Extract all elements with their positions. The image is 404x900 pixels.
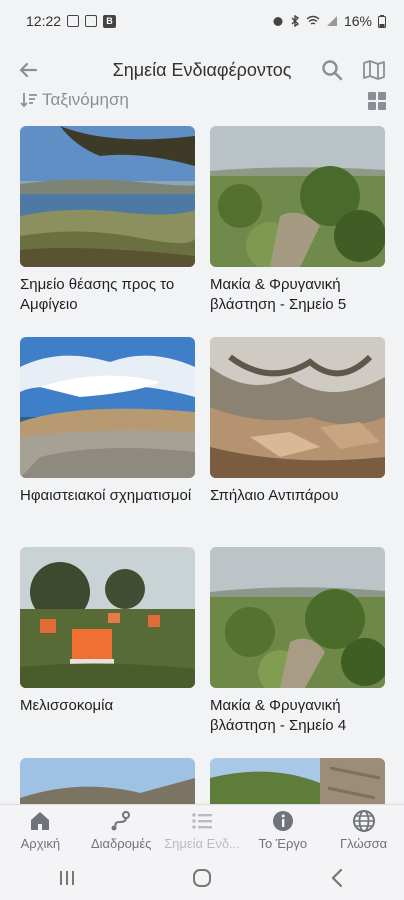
status-right: 16% [272, 13, 386, 29]
poi-card[interactable]: Σπήλαιο Αντιπάρου [210, 337, 385, 506]
poi-image-hill-rock [210, 758, 385, 804]
globe-icon [352, 810, 375, 832]
poi-image-beehives [20, 547, 195, 688]
poi-card[interactable]: Σημείο θέασης προς το Αμφίγειο [20, 126, 195, 315]
status-bar: 12:22 B 16% [0, 0, 404, 42]
status-time: 12:22 [26, 13, 62, 29]
bluetooth-icon [291, 15, 300, 27]
nav-points-of-interest[interactable]: Σημεία Ενδ... [162, 805, 243, 857]
grid-view-icon [368, 92, 376, 100]
poi-card[interactable]: Μακία & Φρυγανική βλάστηση - Σημείο 5 [210, 126, 385, 315]
status-left: 12:22 B [26, 13, 117, 29]
gallery-notification-icon [67, 15, 80, 27]
poi-card[interactable] [20, 758, 195, 804]
poi-image-shrubland [210, 126, 385, 267]
grid-view-button[interactable] [368, 92, 386, 110]
battery-percent: 16% [343, 13, 372, 29]
bottom-navigation: Αρχική Διαδρομές Σημεία Ενδ... Το Έργο Γ… [0, 804, 404, 857]
poi-title: Σπήλαιο Αντιπάρου [210, 487, 339, 504]
poi-title: Μακία & Φρυγανική βλάστηση - Σημείο 4 [210, 697, 347, 734]
calendar-notification-icon [85, 15, 98, 27]
poi-card[interactable]: Μακία & Φρυγανική βλάστηση - Σημείο 4 [210, 547, 385, 736]
nav-label: Αρχική [20, 836, 61, 851]
routes-icon [111, 811, 131, 831]
poi-card[interactable] [210, 758, 385, 804]
alarm-icon [273, 17, 283, 26]
sort-row: Ταξινόμηση [0, 84, 404, 116]
search-button[interactable] [320, 58, 344, 82]
recents-button[interactable] [47, 864, 87, 892]
back-arrow-icon [19, 62, 38, 78]
poi-title: Μακία & Φρυγανική βλάστηση - Σημείο 5 [210, 276, 347, 313]
poi-card[interactable]: Μελισσοκομία [20, 547, 195, 716]
poi-image-coastal-view [20, 126, 195, 267]
poi-title: Ηφαιστειακοί σχηματισμοί [20, 487, 192, 504]
b-notification-icon: B [103, 14, 117, 28]
home-icon [31, 812, 50, 830]
search-icon [322, 60, 343, 81]
battery-icon [378, 14, 386, 28]
wifi-icon [306, 15, 320, 25]
signal-icon [326, 16, 337, 26]
nav-routes[interactable]: Διαδρομές [81, 805, 162, 857]
poi-image-shrubland [210, 547, 385, 688]
poi-card[interactable]: Ηφαιστειακοί σχηματισμοί [20, 337, 195, 506]
poi-image-volcanic-coast [20, 337, 195, 478]
nav-label: Σημεία Ενδ... [164, 836, 240, 851]
back-system-icon [331, 868, 342, 888]
sort-icon [20, 93, 37, 108]
poi-image-hill [20, 758, 195, 804]
nav-label: Γλώσσα [339, 836, 388, 851]
sort-label: Ταξινόμηση [42, 90, 129, 109]
system-navigation [0, 856, 404, 900]
poi-title: Μελισσοκομία [20, 697, 114, 714]
poi-title: Σημείο θέασης προς το Αμφίγειο [20, 276, 175, 313]
poi-image-cave [210, 337, 385, 478]
screen: 12:22 B 16% Σημεία Ενδιαφέροντος Ταξινόμ… [0, 0, 404, 900]
back-button[interactable] [16, 58, 40, 82]
nav-home[interactable]: Αρχική [0, 805, 81, 857]
sort-button[interactable]: Ταξινόμηση [20, 88, 129, 112]
home-system-button[interactable] [182, 864, 222, 892]
back-system-button[interactable] [317, 864, 357, 892]
nav-label: Διαδρομές [90, 836, 152, 851]
nav-language[interactable]: Γλώσσα [323, 805, 404, 857]
map-icon [363, 60, 385, 80]
nav-project[interactable]: Το Έργο [242, 805, 323, 857]
poi-grid: Σημείο θέασης προς το Αμφίγειο Μακία & Φ… [0, 126, 404, 804]
list-icon [192, 813, 212, 829]
home-system-icon [192, 869, 211, 887]
recents-icon [60, 871, 75, 885]
info-icon [272, 811, 293, 831]
map-button[interactable] [362, 58, 386, 82]
nav-label: Το Έργο [258, 836, 308, 851]
